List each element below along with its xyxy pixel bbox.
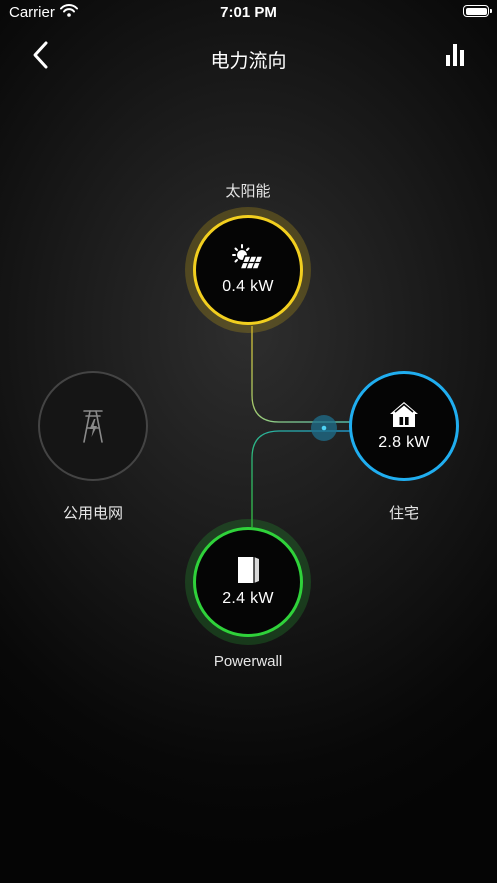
power-tower-icon [83,410,103,443]
grid-node[interactable] [38,371,148,481]
home-value: 2.8 kW [378,434,430,451]
powerwall-value: 2.4 kW [222,590,274,607]
home-icon [390,402,418,427]
powerwall-node[interactable]: 2.4 kW [193,527,303,637]
grid-label: 公用电网 [62,505,123,522]
solar-to-home-line [251,326,350,423]
flow-junction-dot [321,425,327,431]
powerwall-icon [238,557,259,583]
home-node[interactable]: 2.8 kW [349,371,459,481]
solar-panel-icon [232,244,265,270]
home-label: 住宅 [388,505,419,522]
powerwall-label: Powerwall [213,653,283,670]
solar-value: 0.4 kW [222,278,274,295]
solar-node[interactable]: 0.4 kW [193,215,303,325]
solar-label: 太阳能 [225,183,271,200]
